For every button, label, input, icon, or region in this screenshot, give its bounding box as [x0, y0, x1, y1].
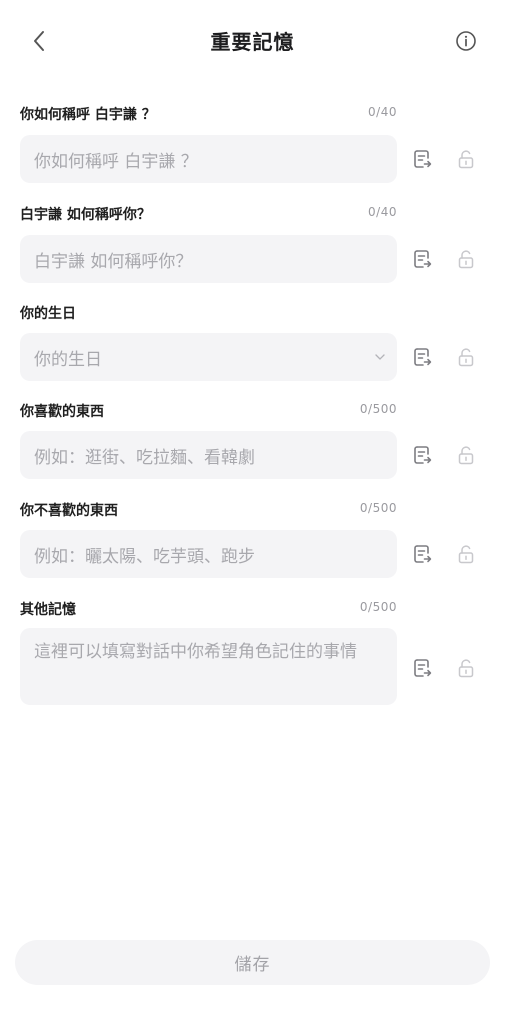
- input-placeholder: 這裡可以填寫對話中你希望角色記住的事情: [34, 642, 357, 662]
- unlock-icon: [458, 446, 474, 465]
- page-title: 重要記憶: [210, 30, 295, 54]
- info-button[interactable]: [452, 27, 480, 55]
- field-label: 你如何稱呼 白宇謙 ？: [20, 107, 156, 123]
- chevron-left-icon: [34, 31, 44, 51]
- memo-icon: [414, 446, 432, 464]
- field-dislikes: 你不喜歡的東西 0/500 例如：曬太陽、吃芋頭、跑步: [0, 500, 505, 580]
- unlock-icon: [458, 348, 474, 367]
- chevron-down-icon: [375, 354, 385, 360]
- memo-button[interactable]: [412, 444, 434, 466]
- unlock-icon: [458, 150, 474, 169]
- header: 重要記憶: [0, 0, 505, 82]
- memo-icon: [414, 250, 432, 268]
- field-other-memories: 其他記憶 0/500 這裡可以填寫對話中你希望角色記住的事情: [0, 599, 505, 709]
- memo-button[interactable]: [412, 148, 434, 170]
- field-nickname-for-character: 你如何稱呼 白宇謙 ？ 0/40 你如何稱呼 白宇謙 ？: [0, 104, 505, 184]
- field-label: 其他記憶: [20, 602, 76, 618]
- input-placeholder: 你如何稱呼 白宇謙 ？: [34, 151, 198, 172]
- char-counter: 0/500: [359, 600, 397, 614]
- lock-button[interactable]: [455, 248, 477, 270]
- field-label: 白宇謙 如何稱呼你？: [20, 207, 151, 223]
- input-placeholder: 你的生日: [34, 349, 102, 370]
- lock-button[interactable]: [455, 543, 477, 565]
- unlock-icon: [458, 545, 474, 564]
- char-counter: 0/500: [359, 501, 397, 515]
- field-character-calls-you: 白宇謙 如何稱呼你？ 0/40 白宇謙 如何稱呼你？: [0, 204, 505, 284]
- unlock-icon: [458, 659, 474, 678]
- field-label: 你不喜歡的東西: [20, 503, 118, 519]
- lock-button[interactable]: [455, 346, 477, 368]
- field-likes: 你喜歡的東西 0/500 例如：逛街、吃拉麵、看韓劇: [0, 401, 505, 481]
- input-placeholder: 例如：逛街、吃拉麵、看韓劇: [34, 447, 255, 468]
- memo-button[interactable]: [412, 657, 434, 679]
- lock-button[interactable]: [455, 657, 477, 679]
- memo-button[interactable]: [412, 346, 434, 368]
- unlock-icon: [458, 250, 474, 269]
- save-button[interactable]: 儲存: [15, 940, 490, 985]
- likes-input[interactable]: 例如：逛街、吃拉麵、看韓劇: [20, 431, 397, 479]
- field-label: 你喜歡的東西: [20, 404, 104, 420]
- char-counter: 0/500: [359, 402, 397, 416]
- memo-icon: [414, 150, 432, 168]
- char-counter: 0/40: [368, 205, 397, 219]
- input-placeholder: 白宇謙 如何稱呼你？: [34, 251, 193, 272]
- memo-icon: [414, 348, 432, 366]
- lock-button[interactable]: [455, 148, 477, 170]
- memo-icon: [414, 545, 432, 563]
- lock-button[interactable]: [455, 444, 477, 466]
- memo-button[interactable]: [412, 543, 434, 565]
- back-button[interactable]: [24, 26, 54, 56]
- memo-button[interactable]: [412, 248, 434, 270]
- field-label: 你的生日: [20, 306, 76, 322]
- memo-icon: [414, 659, 432, 677]
- input-placeholder: 例如：曬太陽、吃芋頭、跑步: [34, 546, 255, 567]
- nickname-for-character-input[interactable]: 你如何稱呼 白宇謙 ？: [20, 135, 397, 183]
- field-birthday: 你的生日 你的生日: [0, 303, 505, 383]
- dislikes-input[interactable]: 例如：曬太陽、吃芋頭、跑步: [20, 530, 397, 578]
- character-calls-you-input[interactable]: 白宇謙 如何稱呼你？: [20, 235, 397, 283]
- other-memories-textarea[interactable]: 這裡可以填寫對話中你希望角色記住的事情: [20, 628, 397, 705]
- char-counter: 0/40: [368, 105, 397, 119]
- info-icon: [456, 31, 476, 51]
- birthday-select[interactable]: 你的生日: [20, 333, 397, 381]
